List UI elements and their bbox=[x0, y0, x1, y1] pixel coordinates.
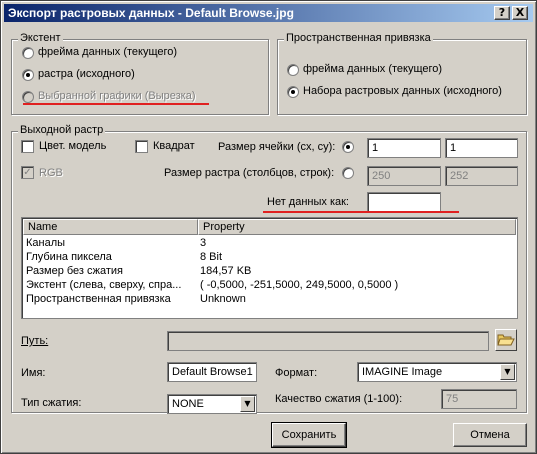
square-checkbox[interactable] bbox=[135, 140, 148, 153]
extent-group-title: Экстент bbox=[18, 32, 63, 44]
nodata-input[interactable] bbox=[367, 192, 441, 212]
raster-size-radio[interactable] bbox=[342, 167, 354, 179]
spatial-dataset-radio[interactable] bbox=[287, 86, 299, 98]
table-row[interactable]: Каналы 3 bbox=[26, 236, 516, 250]
extent-selection-label: Выбранной графики (Вырезка) bbox=[38, 90, 196, 102]
extent-frame-radio[interactable] bbox=[22, 47, 34, 59]
properties-list[interactable]: Name Property Каналы 3 Глубина пиксела 8… bbox=[21, 217, 518, 319]
nodata-label: Нет данных как: bbox=[267, 196, 349, 208]
row-name: Экстент (слева, сверху, спра... bbox=[26, 279, 182, 291]
row-name: Каналы bbox=[26, 237, 66, 249]
highlight-underline bbox=[23, 103, 209, 105]
column-header-name[interactable]: Name bbox=[23, 219, 198, 235]
raster-size-label: Размер растра (столбцов, строк): bbox=[164, 167, 335, 179]
format-label: Формат: bbox=[275, 367, 318, 379]
cell-size-radio[interactable] bbox=[342, 141, 354, 153]
row-name: Глубина пиксела bbox=[26, 251, 112, 263]
columns-input[interactable]: 250 bbox=[367, 166, 441, 186]
output-raster-group-title: Выходной растр bbox=[18, 124, 106, 136]
extent-selection-radio[interactable] bbox=[22, 91, 34, 103]
help-button[interactable]: ? bbox=[494, 6, 510, 20]
extent-raster-label: растра (исходного) bbox=[38, 68, 135, 80]
table-row[interactable]: Размер без сжатия 184,57 KB bbox=[26, 264, 516, 278]
extent-raster-radio[interactable] bbox=[22, 69, 34, 81]
table-row[interactable]: Глубина пиксела 8 Bit bbox=[26, 250, 516, 264]
highlight-underline bbox=[263, 211, 459, 213]
column-header-property[interactable]: Property bbox=[198, 219, 516, 235]
path-label: Путь: bbox=[21, 335, 49, 347]
format-select[interactable]: IMAGINE Image ▼ bbox=[357, 362, 517, 382]
close-button[interactable]: X bbox=[512, 6, 528, 20]
row-value: Unknown bbox=[200, 293, 246, 305]
color-model-label: Цвет. модель bbox=[39, 140, 107, 152]
cell-x-input[interactable]: 1 bbox=[367, 138, 441, 158]
compression-value: NONE bbox=[172, 398, 204, 410]
rgb-label: RGB bbox=[39, 167, 63, 179]
save-button[interactable]: Сохранить bbox=[271, 422, 347, 448]
spatial-frame-label: фрейма данных (текущего) bbox=[303, 63, 443, 75]
table-row[interactable]: Экстент (слева, сверху, спра... ( -0,500… bbox=[26, 278, 516, 292]
spatial-ref-group: Пространственная привязка bbox=[277, 32, 527, 115]
name-label: Имя: bbox=[21, 367, 46, 379]
quality-input[interactable]: 75 bbox=[441, 389, 517, 409]
title-bar: Экспорт растровых данных - Default Brows… bbox=[4, 4, 533, 22]
cancel-button[interactable]: Отмена bbox=[453, 423, 527, 447]
quality-label: Качество сжатия (1-100): bbox=[275, 393, 403, 405]
spatial-frame-radio[interactable] bbox=[287, 64, 299, 76]
export-raster-dialog: Экспорт растровых данных - Default Brows… bbox=[0, 0, 537, 454]
compression-select[interactable]: NONE ▼ bbox=[167, 394, 257, 414]
table-row[interactable]: Пространственная привязка Unknown bbox=[26, 292, 516, 306]
rows-input[interactable]: 252 bbox=[445, 166, 518, 186]
dropdown-arrow-icon[interactable]: ▼ bbox=[240, 396, 255, 412]
cell-size-label: Размер ячейки (сх, су): bbox=[218, 141, 336, 153]
format-value: IMAGINE Image bbox=[362, 366, 443, 378]
rgb-checkbox[interactable]: ✓ bbox=[21, 166, 34, 179]
row-name: Пространственная привязка bbox=[26, 293, 171, 305]
window-title: Экспорт растровых данных - Default Brows… bbox=[8, 6, 294, 20]
row-value: ( -0,5000, -251,5000, 249,5000, 0,5000 ) bbox=[200, 279, 399, 291]
cell-y-input[interactable]: 1 bbox=[445, 138, 518, 158]
square-label: Квадрат bbox=[153, 140, 195, 152]
open-folder-icon bbox=[497, 334, 515, 346]
compression-label: Тип сжатия: bbox=[21, 397, 82, 409]
spatial-dataset-label: Набора растровых данных (исходного) bbox=[303, 85, 502, 97]
check-mark-icon: ✓ bbox=[23, 167, 32, 178]
extent-frame-label: фрейма данных (текущего) bbox=[38, 46, 178, 58]
dropdown-arrow-icon[interactable]: ▼ bbox=[500, 364, 515, 380]
path-input[interactable] bbox=[167, 331, 489, 351]
row-value: 3 bbox=[200, 237, 207, 249]
row-value: 184,57 KB bbox=[200, 265, 252, 277]
row-name: Размер без сжатия bbox=[26, 265, 124, 277]
row-value: 8 Bit bbox=[200, 251, 223, 263]
name-input[interactable]: Default Browse1 bbox=[167, 362, 257, 382]
color-model-checkbox[interactable] bbox=[21, 140, 34, 153]
browse-folder-button[interactable] bbox=[495, 329, 517, 351]
spatial-ref-group-title: Пространственная привязка bbox=[284, 32, 433, 44]
